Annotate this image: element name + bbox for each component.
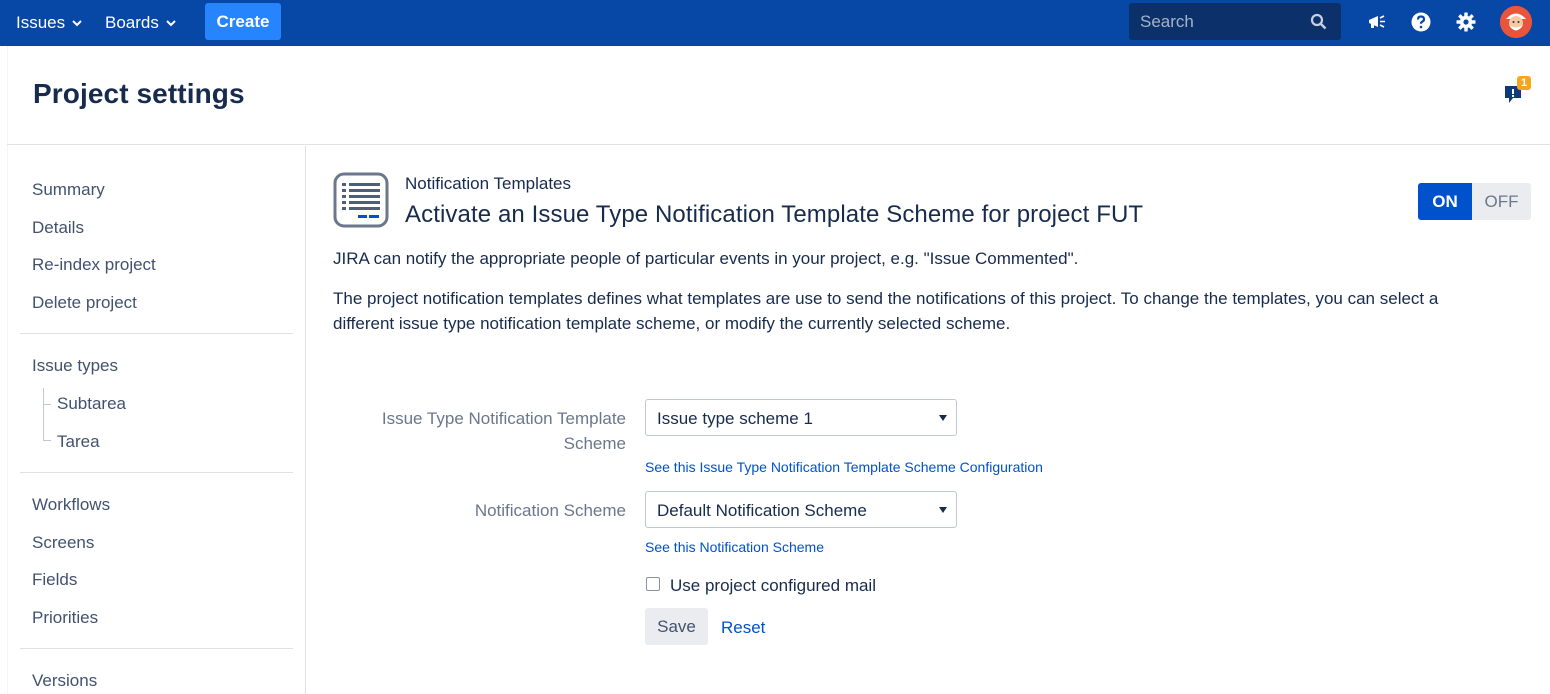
main-content: Notification Templates Activate an Issue… <box>307 146 1550 694</box>
sidebar-item-fields[interactable]: Fields <box>32 570 77 590</box>
sidebar-item-delete-project[interactable]: Delete project <box>32 293 137 313</box>
search-box[interactable] <box>1129 3 1341 40</box>
tree-line <box>43 388 44 440</box>
chevron-down-icon <box>72 20 82 27</box>
notification-scheme-selected-value: Default Notification Scheme <box>657 501 867 520</box>
toggle-on-option[interactable]: ON <box>1418 183 1472 220</box>
create-button[interactable]: Create <box>205 3 281 40</box>
sidebar-item-reindex-project[interactable]: Re-index project <box>32 255 156 275</box>
template-scheme-label-line-2: Scheme <box>563 434 626 453</box>
sidebar-item-details[interactable]: Details <box>32 218 84 238</box>
top-navigation-bar: Issues Boards Create <box>0 0 1550 46</box>
description-line-1: JIRA can notify the appropriate people o… <box>333 249 1079 268</box>
sidebar-item-subtarea[interactable]: Subtarea <box>57 394 126 414</box>
template-scheme-config-link[interactable]: See this Issue Type Notification Templat… <box>645 459 1043 475</box>
sidebar-item-workflows[interactable]: Workflows <box>32 495 110 515</box>
template-scheme-label-line-1: Issue Type Notification Template <box>381 409 626 428</box>
sidebar-divider <box>20 648 293 649</box>
tree-branch <box>43 440 51 441</box>
gear-icon[interactable] <box>1455 11 1477 33</box>
notification-template-icon <box>333 172 389 228</box>
feedback-button[interactable]: 1 <box>1497 76 1531 106</box>
sidebar-item-issue-types[interactable]: Issue types <box>32 356 118 376</box>
feedback-count-badge: 1 <box>1517 76 1531 90</box>
user-avatar[interactable] <box>1500 6 1532 38</box>
use-project-mail-label[interactable]: Use project configured mail <box>670 576 876 596</box>
on-off-toggle[interactable]: ON OFF <box>1418 183 1531 220</box>
search-input[interactable] <box>1129 3 1309 40</box>
toggle-off-option[interactable]: OFF <box>1472 183 1531 220</box>
boards-menu[interactable]: Boards <box>105 0 176 46</box>
issues-menu[interactable]: Issues <box>16 0 82 46</box>
notification-scheme-select[interactable]: Default Notification Scheme <box>645 491 957 528</box>
tree-branch <box>43 404 51 405</box>
save-button[interactable]: Save <box>645 608 708 645</box>
dropdown-arrow-icon <box>939 507 947 513</box>
sidebar-item-summary[interactable]: Summary <box>32 180 105 200</box>
sidebar-divider <box>20 333 293 334</box>
page-header: Project settings 1 <box>7 46 1550 145</box>
sidebar-item-priorities[interactable]: Priorities <box>32 608 98 628</box>
reset-link[interactable]: Reset <box>721 618 765 638</box>
section-kicker: Notification Templates <box>405 174 571 193</box>
template-scheme-label: Issue Type Notification Template Scheme <box>347 406 626 456</box>
use-project-mail-checkbox[interactable] <box>646 577 660 591</box>
sidebar-item-versions[interactable]: Versions <box>32 671 97 691</box>
megaphone-icon[interactable] <box>1366 11 1388 33</box>
sidebar-item-tarea[interactable]: Tarea <box>57 432 100 452</box>
page-title: Project settings <box>33 78 245 109</box>
template-scheme-select[interactable]: Issue type scheme 1 <box>645 399 957 436</box>
notification-scheme-link[interactable]: See this Notification Scheme <box>645 539 824 555</box>
search-icon[interactable] <box>1310 13 1327 30</box>
chevron-down-icon <box>166 20 176 27</box>
help-icon[interactable] <box>1410 11 1432 33</box>
template-scheme-selected-value: Issue type scheme 1 <box>657 409 813 428</box>
section-heading: Activate an Issue Type Notification Temp… <box>405 201 1144 228</box>
issues-menu-label: Issues <box>16 13 66 32</box>
sidebar-divider <box>20 472 293 473</box>
boards-menu-label: Boards <box>105 13 159 32</box>
project-settings-sidebar: Summary Details Re-index project Delete … <box>7 146 306 694</box>
avatar-face-icon <box>1500 6 1532 38</box>
sidebar-item-screens[interactable]: Screens <box>32 533 94 553</box>
notification-scheme-label: Notification Scheme <box>474 501 626 520</box>
dropdown-arrow-icon <box>939 415 947 421</box>
description-paragraph: The project notification templates defin… <box>333 289 1439 333</box>
